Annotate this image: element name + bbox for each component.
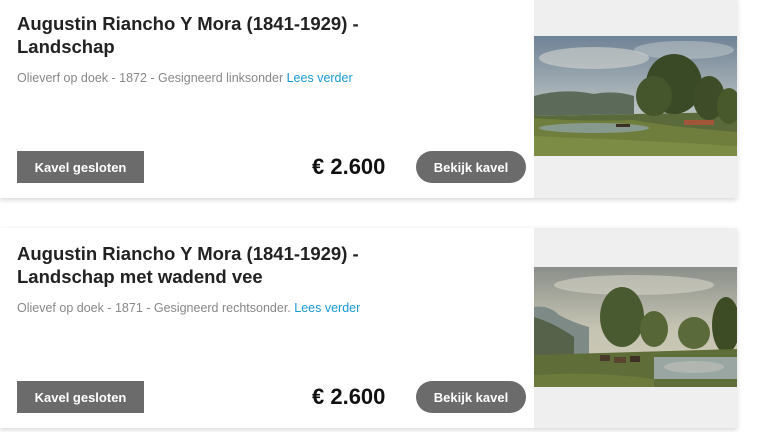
lot-title-line: Augustin Riancho Y Mora (1841-1929) - xyxy=(17,13,359,34)
view-lot-button[interactable]: Bekijk kavel xyxy=(416,381,526,413)
lot-title-line: Augustin Riancho Y Mora (1841-1929) - xyxy=(17,243,359,264)
lot-price: € 2.600 xyxy=(312,384,386,409)
lot-painting-image[interactable] xyxy=(534,36,737,156)
lot-card: Augustin Riancho Y Mora (1841-1929) - La… xyxy=(0,228,737,428)
lot-media xyxy=(534,228,737,428)
lot-info: Augustin Riancho Y Mora (1841-1929) - La… xyxy=(0,228,534,428)
lot-description: Olieverf op doek - 1872 - Gesigneerd lin… xyxy=(17,71,527,85)
lot-description: Olievef op doek - 1871 - Gesigneerd rech… xyxy=(17,301,527,315)
read-more-link[interactable]: Lees verder xyxy=(294,301,360,315)
lot-info: Augustin Riancho Y Mora (1841-1929) - La… xyxy=(0,0,534,198)
lot-description-text: Olievef op doek - 1871 - Gesigneerd rech… xyxy=(17,301,291,315)
lot-title[interactable]: Augustin Riancho Y Mora (1841-1929) - La… xyxy=(17,242,517,288)
lot-painting-image[interactable] xyxy=(534,267,737,387)
lot-status-badge: Kavel gesloten xyxy=(17,151,144,183)
lot-title[interactable]: Augustin Riancho Y Mora (1841-1929) - La… xyxy=(17,12,517,58)
landscape-painting xyxy=(534,36,737,156)
lot-price: € 2.600 xyxy=(312,154,386,179)
read-more-link[interactable]: Lees verder xyxy=(287,71,353,85)
lot-card: Augustin Riancho Y Mora (1841-1929) - La… xyxy=(0,0,737,198)
view-lot-button[interactable]: Bekijk kavel xyxy=(416,151,526,183)
landscape-painting xyxy=(534,267,737,387)
lot-title-line: Landschap xyxy=(17,36,115,57)
lot-description-text: Olieverf op doek - 1872 - Gesigneerd lin… xyxy=(17,71,284,85)
lot-media xyxy=(534,0,737,198)
lot-title-line: Landschap met wadend vee xyxy=(17,266,263,287)
lot-status-badge: Kavel gesloten xyxy=(17,381,144,413)
